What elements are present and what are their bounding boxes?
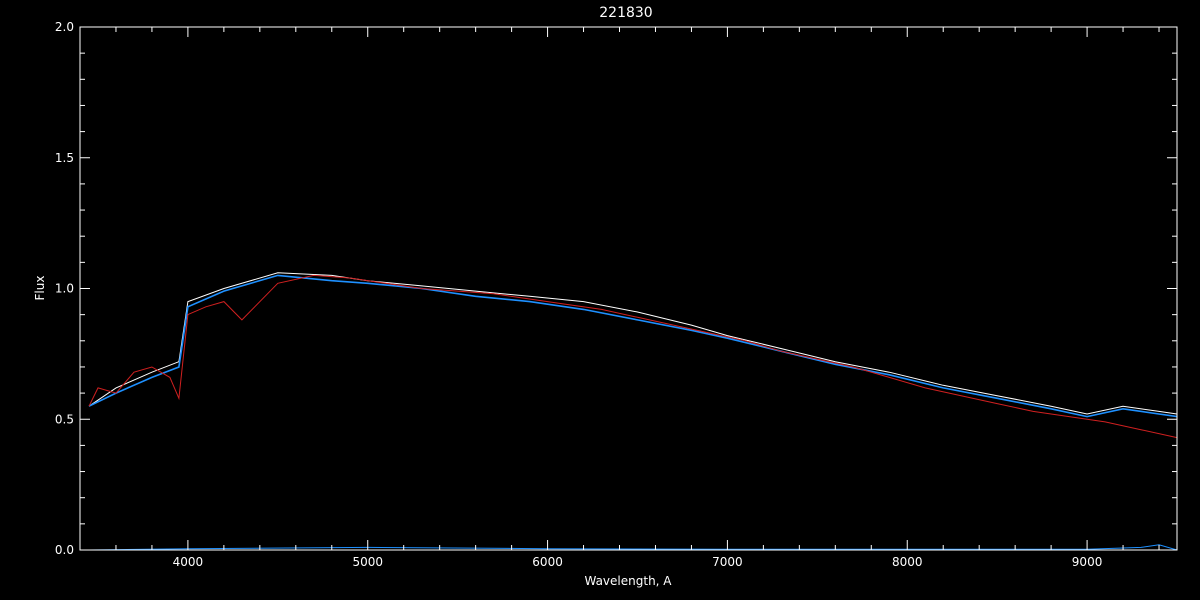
- plot-background: [0, 0, 1200, 600]
- x-tick-label: 8000: [892, 555, 923, 569]
- y-axis-label: Flux: [33, 276, 47, 301]
- y-tick-label: 0.0: [55, 543, 74, 557]
- x-tick-label: 9000: [1072, 555, 1103, 569]
- x-tick-label: 7000: [712, 555, 743, 569]
- x-tick-label: 6000: [532, 555, 563, 569]
- x-tick-label: 5000: [352, 555, 383, 569]
- y-tick-label: 0.5: [55, 412, 74, 426]
- y-tick-label: 2.0: [55, 20, 74, 34]
- spectrum-chart: 221830 4000 5000 6000 7000 8000 9000 0.0 0.5 1.…: [0, 0, 1200, 600]
- y-tick-label: 1.0: [55, 282, 74, 296]
- chart-title: 221830: [599, 5, 652, 21]
- x-axis-label: Wavelength, A: [584, 574, 672, 588]
- x-tick-label: 4000: [173, 555, 204, 569]
- y-tick-label: 1.5: [55, 151, 74, 165]
